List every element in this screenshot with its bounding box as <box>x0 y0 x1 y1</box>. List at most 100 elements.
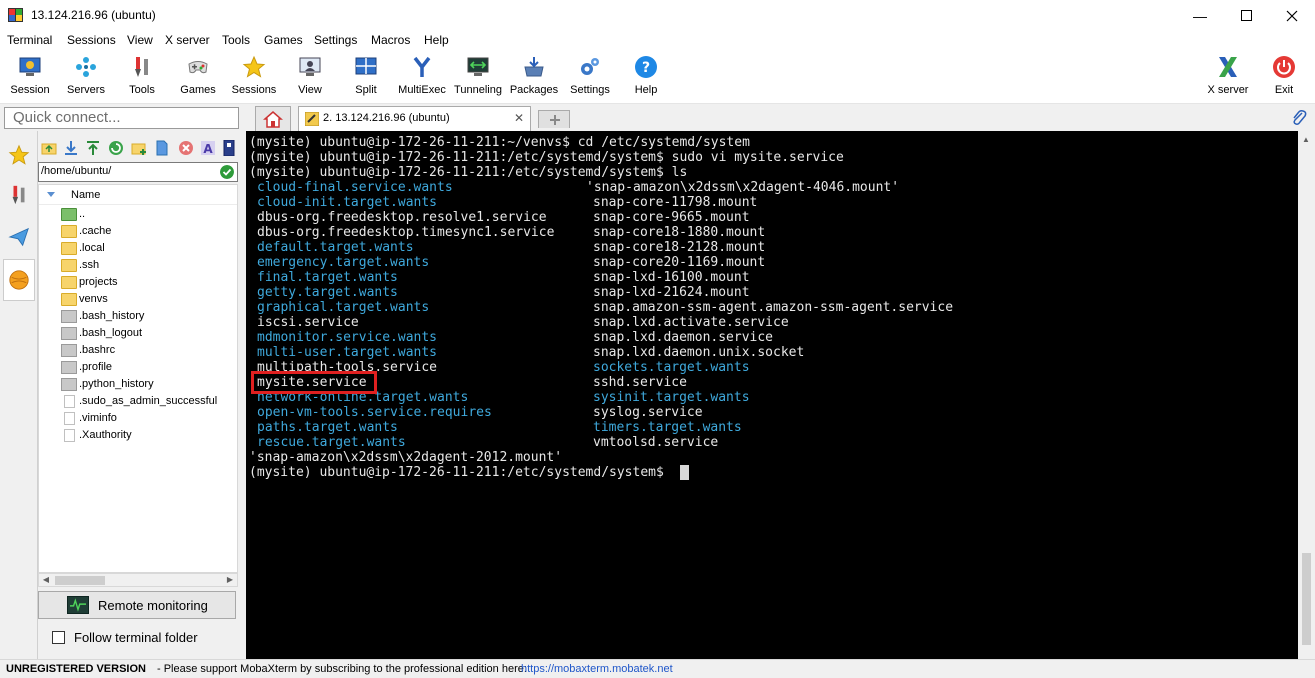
scroll-left-icon[interactable]: ◀ <box>39 574 53 586</box>
settings-button[interactable]: Settings <box>562 50 618 102</box>
download-icon[interactable] <box>63 140 79 156</box>
terminal-line: (mysite) ubuntu@ip-172-26-11-211:/etc/sy… <box>249 150 844 165</box>
open-terminal-icon[interactable] <box>221 140 237 156</box>
tab-session-ubuntu[interactable]: 2. 13.124.216.96 (ubuntu) ✕ <box>298 106 531 131</box>
list-item[interactable]: .Xauthority <box>39 427 237 444</box>
quick-connect-input[interactable]: Quick connect... <box>4 107 239 129</box>
sidebar-tab-macros[interactable] <box>3 217 35 257</box>
list-item[interactable]: .viminfo <box>39 410 237 427</box>
packages-button[interactable]: Packages <box>506 50 562 102</box>
sidebar-tab-sftp[interactable] <box>3 259 35 301</box>
help-question-icon: ? <box>635 56 657 78</box>
xserver-button[interactable]: X server <box>1200 50 1256 102</box>
menu-xserver[interactable]: X server <box>165 33 210 47</box>
close-tab-icon[interactable]: ✕ <box>514 111 524 125</box>
remote-monitoring-button[interactable]: Remote monitoring <box>38 591 236 619</box>
list-item[interactable]: venvs <box>39 291 237 308</box>
view-button[interactable]: View <box>282 50 338 102</box>
status-bar: UNREGISTERED VERSION - Please support Mo… <box>0 659 1315 678</box>
list-item[interactable]: .bashrc <box>39 342 237 359</box>
sessions-button[interactable]: Sessions <box>226 50 282 102</box>
ls-entry: default.target.wants <box>257 240 414 255</box>
upload-icon[interactable] <box>85 140 101 156</box>
ls-entry: open-vm-tools.service.requires <box>257 405 492 420</box>
ls-entry: dbus-org.freedesktop.resolve1.service <box>257 210 547 225</box>
ls-entry: snap-core18-2128.mount <box>593 240 766 255</box>
list-item[interactable]: .sudo_as_admin_successful <box>39 393 237 410</box>
help-button[interactable]: ? Help <box>618 50 674 102</box>
parent-folder-icon[interactable] <box>41 140 57 156</box>
terminal-output[interactable]: (mysite) ubuntu@ip-172-26-11-211:~/venvs… <box>246 131 1298 659</box>
column-header-name[interactable]: Name <box>71 189 100 201</box>
list-item[interactable]: .. <box>39 206 237 223</box>
session-button[interactable]: Session <box>2 50 58 102</box>
scrollbar-thumb[interactable] <box>55 576 105 585</box>
path-input[interactable]: /home/ubuntu/ <box>38 162 238 182</box>
follow-terminal-folder-checkbox[interactable]: Follow terminal folder <box>52 629 242 647</box>
session-monitor-icon <box>19 57 41 76</box>
new-file-icon[interactable] <box>154 140 170 156</box>
menu-sessions[interactable]: Sessions <box>67 33 116 47</box>
refresh-icon[interactable] <box>108 140 124 156</box>
terminal-vertical-scrollbar[interactable]: ▲ <box>1298 131 1315 659</box>
menu-terminal[interactable]: Terminal <box>7 33 52 47</box>
ls-entry: sshd.service <box>593 375 687 390</box>
list-item[interactable]: .python_history <box>39 376 237 393</box>
minimize-button[interactable]: — <box>1177 0 1223 31</box>
ls-entry: multi-user.target.wants <box>257 345 438 360</box>
blank-file-icon <box>64 412 75 425</box>
exit-button[interactable]: Exit <box>1256 50 1312 102</box>
list-item[interactable]: .cache <box>39 223 237 240</box>
terminal-prompt: (mysite) ubuntu@ip-172-26-11-211:/etc/sy… <box>249 465 672 480</box>
delete-icon[interactable] <box>178 140 194 156</box>
tools-button[interactable]: Tools <box>114 50 170 102</box>
mobaxterm-window: 13.124.216.96 (ubuntu) — Terminal Sessio… <box>0 0 1315 678</box>
star-icon <box>8 144 30 165</box>
menu-games[interactable]: Games <box>264 33 303 47</box>
close-button[interactable] <box>1269 0 1315 31</box>
menu-help[interactable]: Help <box>424 33 449 47</box>
new-folder-icon[interactable] <box>131 140 147 156</box>
list-item[interactable]: projects <box>39 274 237 291</box>
tunneling-button[interactable]: Tunneling <box>450 50 506 102</box>
path-text: /home/ubuntu/ <box>41 165 112 177</box>
rename-icon[interactable]: A <box>200 140 216 156</box>
split-button[interactable]: Split <box>338 50 394 102</box>
menu-view[interactable]: View <box>127 33 153 47</box>
mobatek-link[interactable]: https://mobaxterm.mobatek.net <box>521 663 673 675</box>
scroll-right-icon[interactable]: ▶ <box>223 574 237 586</box>
ls-entry: snap.lxd.daemon.unix.socket <box>593 345 805 360</box>
multiexec-fork-icon <box>413 56 431 77</box>
checkmark-icon[interactable] <box>220 165 234 179</box>
new-tab-button[interactable] <box>538 110 570 128</box>
scroll-up-icon[interactable]: ▲ <box>1302 135 1310 144</box>
checkbox-box[interactable] <box>52 631 65 644</box>
ls-entry: vmtoolsd.service <box>593 435 719 450</box>
maximize-button[interactable] <box>1223 0 1269 31</box>
servers-button[interactable]: Servers <box>58 50 114 102</box>
ls-entry: dbus-org.freedesktop.timesync1.service <box>257 225 555 240</box>
scrollbar-thumb[interactable] <box>1302 553 1311 645</box>
games-button[interactable]: Games <box>170 50 226 102</box>
file-list-horizontal-scrollbar[interactable]: ◀ ▶ <box>38 573 238 587</box>
menu-macros[interactable]: Macros <box>371 33 410 47</box>
servers-icon <box>76 57 96 77</box>
list-item[interactable]: .bash_logout <box>39 325 237 342</box>
sort-arrow-icon[interactable] <box>47 192 55 197</box>
sidebar-tab-tools[interactable] <box>3 175 35 215</box>
home-tab[interactable] <box>255 106 291 131</box>
list-item[interactable]: .ssh <box>39 257 237 274</box>
monitoring-graph-icon <box>67 596 89 614</box>
gamepad-icon <box>188 61 208 74</box>
attachment-paperclip-icon[interactable] <box>1291 109 1307 127</box>
ls-entry: snap-lxd-21624.mount <box>593 285 750 300</box>
ls-entry: cloud-final.service.wants <box>257 180 453 195</box>
menu-settings[interactable]: Settings <box>314 33 357 47</box>
file-icon <box>61 344 77 357</box>
list-item[interactable]: .bash_history <box>39 308 237 325</box>
sidebar-tab-sessions[interactable] <box>3 135 35 175</box>
multiexec-button[interactable]: MultiExec <box>394 50 450 102</box>
list-item[interactable]: .local <box>39 240 237 257</box>
list-item[interactable]: .profile <box>39 359 237 376</box>
menu-tools[interactable]: Tools <box>222 33 250 47</box>
